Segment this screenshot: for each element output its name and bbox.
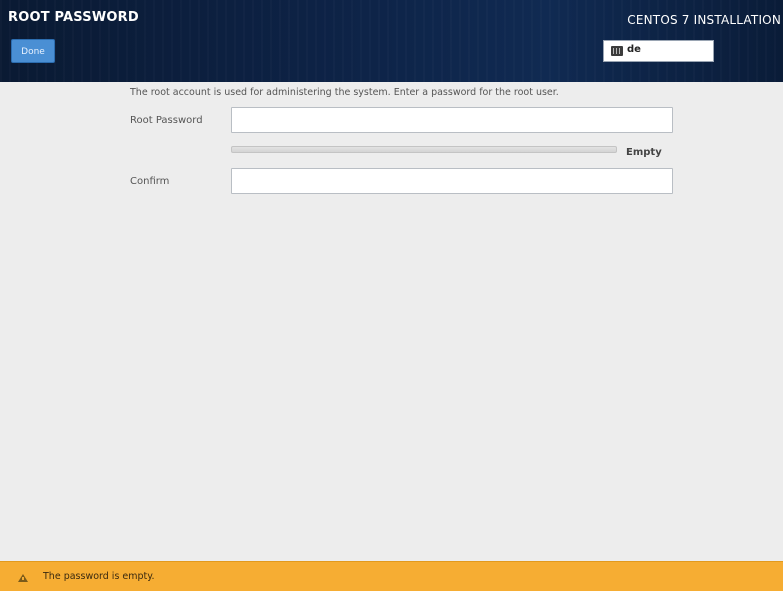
root-password-input[interactable] xyxy=(231,107,673,133)
warning-message: The password is empty. xyxy=(43,571,155,582)
confirm-password-input[interactable] xyxy=(231,168,673,194)
done-button[interactable]: Done xyxy=(11,39,55,63)
product-title: CENTOS 7 INSTALLATION xyxy=(627,13,781,27)
warning-status-bar[interactable]: The password is empty. xyxy=(0,561,783,591)
keyboard-layout-label: de xyxy=(627,44,641,55)
description-text: The root account is used for administeri… xyxy=(130,87,559,98)
confirm-password-label: Confirm xyxy=(130,176,170,187)
root-password-screen: ROOT PASSWORD Done CENTOS 7 INSTALLATION… xyxy=(0,0,783,591)
keyboard-layout-indicator[interactable]: de xyxy=(603,40,714,62)
keyboard-icon xyxy=(611,46,623,56)
password-strength-bar xyxy=(231,146,617,153)
root-password-label: Root Password xyxy=(130,115,203,126)
warning-icon xyxy=(18,574,28,582)
header-bar: ROOT PASSWORD Done CENTOS 7 INSTALLATION… xyxy=(0,0,783,82)
password-strength-label: Empty xyxy=(626,147,662,158)
page-title: ROOT PASSWORD xyxy=(8,10,139,25)
